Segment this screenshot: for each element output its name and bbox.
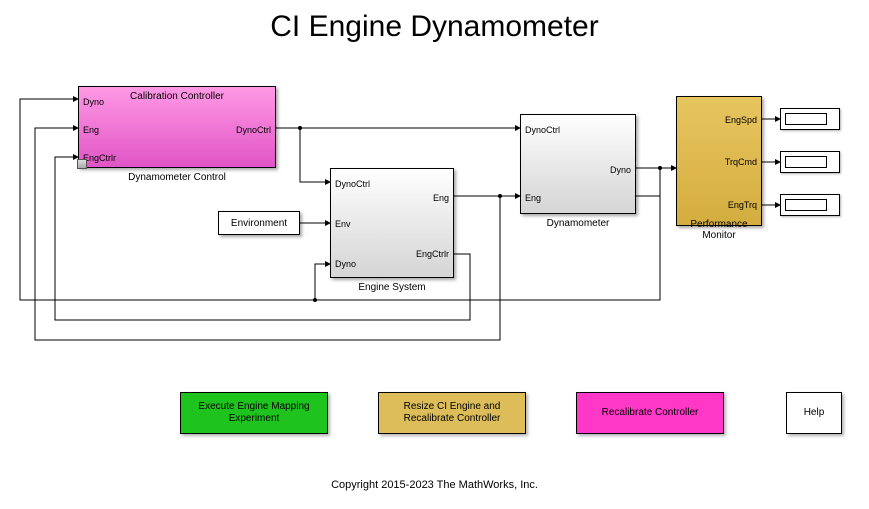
port-engspd: EngSpd	[725, 115, 757, 125]
block-environment[interactable]: Environment	[218, 211, 300, 235]
block-performance-monitor[interactable]: EngSpd TrqCmd EngTrq Performance Monitor	[676, 96, 762, 226]
scope-engspd[interactable]	[780, 108, 840, 130]
scope-engtrq[interactable]	[780, 194, 840, 216]
dyno-caption: Dynamometer	[521, 218, 635, 229]
port-dyno: Dyno	[83, 97, 104, 107]
button-execute-mapping[interactable]: Execute Engine Mapping Experiment	[180, 392, 328, 434]
port-trqcmd: TrqCmd	[725, 157, 757, 167]
port-dyno: Dyno	[610, 165, 631, 175]
port-engtrq: EngTrq	[728, 200, 757, 210]
engsys-caption: Engine System	[331, 282, 453, 293]
port-engctrlr: EngCtrlr	[416, 249, 449, 259]
button-help[interactable]: Help	[786, 392, 842, 434]
port-engctrlr: EngCtrlr	[83, 153, 116, 163]
port-dyno: Dyno	[335, 259, 356, 269]
port-eng: Eng	[525, 193, 541, 203]
calib-top-label: Calibration Controller	[79, 91, 275, 102]
calib-caption: Dynamometer Control	[79, 172, 275, 183]
block-engine-system[interactable]: DynoCtrl Env Dyno Eng EngCtrlr Engine Sy…	[330, 168, 454, 278]
port-dynoctrl: DynoCtrl	[236, 125, 271, 135]
env-label: Environment	[231, 218, 287, 229]
port-eng: Eng	[83, 125, 99, 135]
port-dynoctrl: DynoCtrl	[335, 179, 370, 189]
copyright-text: Copyright 2015-2023 The MathWorks, Inc.	[0, 479, 869, 491]
model-ref-icon	[77, 159, 87, 169]
perf-caption: Performance Monitor	[677, 219, 761, 241]
button-resize-recalibrate[interactable]: Resize CI Engine and Recalibrate Control…	[378, 392, 526, 434]
port-eng: Eng	[433, 193, 449, 203]
scope-trqcmd[interactable]	[780, 151, 840, 173]
port-dynoctrl: DynoCtrl	[525, 125, 560, 135]
button-recalibrate[interactable]: Recalibrate Controller	[576, 392, 724, 434]
block-dynamometer[interactable]: DynoCtrl Eng Dyno Dynamometer	[520, 114, 636, 214]
page-title: CI Engine Dynamometer	[0, 10, 869, 44]
block-calibration-controller[interactable]: Calibration Controller Dyno Eng EngCtrlr…	[78, 86, 276, 168]
port-env: Env	[335, 219, 351, 229]
